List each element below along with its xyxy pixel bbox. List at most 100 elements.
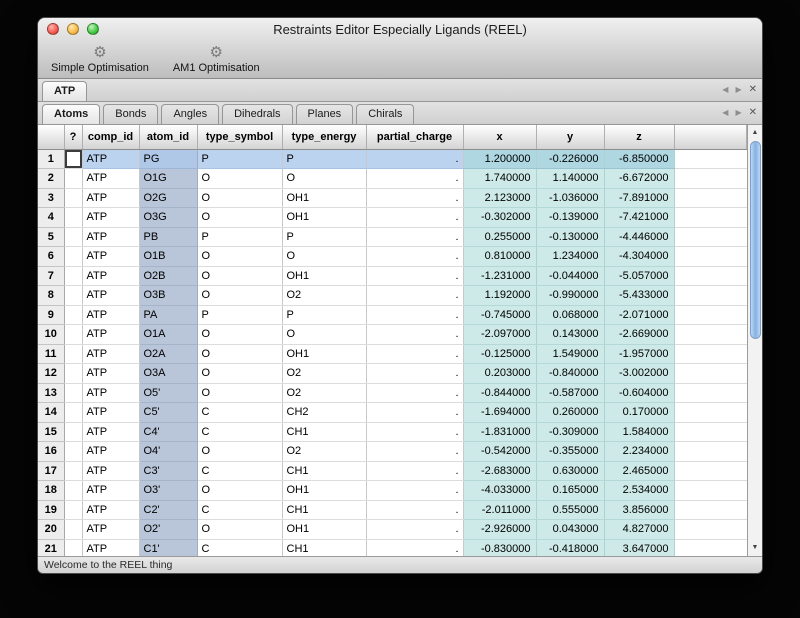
zoom-window-button[interactable]: [87, 23, 99, 35]
column-header-atom_id[interactable]: atom_id: [139, 125, 197, 149]
row-header[interactable]: 6: [38, 247, 64, 267]
cell-y[interactable]: -0.418000: [536, 539, 604, 556]
cell-partial_charge[interactable]: .: [366, 461, 463, 481]
cell-type_symbol[interactable]: P: [197, 149, 282, 169]
cell-type_symbol[interactable]: O: [197, 169, 282, 189]
cell-atom_id[interactable]: C2': [139, 500, 197, 520]
cell-type_symbol[interactable]: O: [197, 266, 282, 286]
cell-atom_id[interactable]: C5': [139, 403, 197, 423]
cell-y[interactable]: -0.355000: [536, 442, 604, 462]
cell-comp_id[interactable]: ATP: [82, 208, 139, 228]
cell-q[interactable]: [64, 227, 82, 247]
cell-comp_id[interactable]: ATP: [82, 266, 139, 286]
cell-x[interactable]: -0.302000: [463, 208, 536, 228]
column-header-z[interactable]: z: [604, 125, 674, 149]
cell-type_symbol[interactable]: C: [197, 403, 282, 423]
cell-q[interactable]: [64, 325, 82, 345]
tab-scroll-right-icon[interactable]: ▶: [735, 108, 741, 117]
cell-x[interactable]: 1.200000: [463, 149, 536, 169]
cell-z[interactable]: -6.672000: [604, 169, 674, 189]
cell-x[interactable]: 0.203000: [463, 364, 536, 384]
cell-type_energy[interactable]: O2: [282, 286, 366, 306]
cell-q[interactable]: [64, 149, 82, 169]
cell-comp_id[interactable]: ATP: [82, 188, 139, 208]
cell-type_energy[interactable]: CH1: [282, 539, 366, 556]
cell-type_symbol[interactable]: C: [197, 539, 282, 556]
tab-scroll-left-icon[interactable]: ◀: [722, 108, 728, 117]
cell-q[interactable]: [64, 344, 82, 364]
cell-y[interactable]: 0.630000: [536, 461, 604, 481]
cell-y[interactable]: -1.036000: [536, 188, 604, 208]
cell-y[interactable]: -0.139000: [536, 208, 604, 228]
cell-partial_charge[interactable]: .: [366, 188, 463, 208]
cell-type_symbol[interactable]: C: [197, 461, 282, 481]
cell-type_energy[interactable]: P: [282, 227, 366, 247]
tab-bonds[interactable]: Bonds: [103, 104, 158, 124]
cell-y[interactable]: -0.130000: [536, 227, 604, 247]
cell-type_symbol[interactable]: O: [197, 442, 282, 462]
cell-y[interactable]: 1.234000: [536, 247, 604, 267]
cell-x[interactable]: 0.810000: [463, 247, 536, 267]
vertical-scrollbar[interactable]: ▲ ▼: [747, 125, 762, 556]
cell-x[interactable]: -0.830000: [463, 539, 536, 556]
cell-comp_id[interactable]: ATP: [82, 364, 139, 384]
cell-q[interactable]: [64, 188, 82, 208]
tab-scroll-right-icon[interactable]: ▶: [735, 85, 741, 94]
cell-z[interactable]: 1.584000: [604, 422, 674, 442]
cell-type_energy[interactable]: O2: [282, 442, 366, 462]
tab-atp[interactable]: ATP: [42, 81, 87, 101]
cell-atom_id[interactable]: O1G: [139, 169, 197, 189]
cell-partial_charge[interactable]: .: [366, 442, 463, 462]
minimize-window-button[interactable]: [67, 23, 79, 35]
row-header[interactable]: 21: [38, 539, 64, 556]
cell-z[interactable]: -2.071000: [604, 305, 674, 325]
cell-q[interactable]: [64, 520, 82, 540]
column-header-q[interactable]: ?: [64, 125, 82, 149]
cell-y[interactable]: 0.143000: [536, 325, 604, 345]
cell-partial_charge[interactable]: .: [366, 383, 463, 403]
cell-partial_charge[interactable]: .: [366, 500, 463, 520]
cell-z[interactable]: 2.234000: [604, 442, 674, 462]
cell-partial_charge[interactable]: .: [366, 286, 463, 306]
row-header[interactable]: 18: [38, 481, 64, 501]
cell-partial_charge[interactable]: .: [366, 344, 463, 364]
cell-y[interactable]: -0.044000: [536, 266, 604, 286]
cell-type_energy[interactable]: P: [282, 149, 366, 169]
cell-atom_id[interactable]: PB: [139, 227, 197, 247]
cell-z[interactable]: -1.957000: [604, 344, 674, 364]
row-header[interactable]: 15: [38, 422, 64, 442]
cell-y[interactable]: 0.555000: [536, 500, 604, 520]
cell-partial_charge[interactable]: .: [366, 266, 463, 286]
cell-y[interactable]: -0.587000: [536, 383, 604, 403]
cell-q[interactable]: [64, 422, 82, 442]
row-header[interactable]: 12: [38, 364, 64, 384]
cell-z[interactable]: -5.057000: [604, 266, 674, 286]
cell-z[interactable]: -0.604000: [604, 383, 674, 403]
row-header[interactable]: 2: [38, 169, 64, 189]
cell-z[interactable]: 4.827000: [604, 520, 674, 540]
cell-type_symbol[interactable]: O: [197, 188, 282, 208]
cell-q[interactable]: [64, 442, 82, 462]
cell-q[interactable]: [64, 481, 82, 501]
cell-z[interactable]: 2.465000: [604, 461, 674, 481]
simple-optimisation-button[interactable]: ⚙Simple Optimisation: [46, 44, 154, 75]
cell-atom_id[interactable]: O2B: [139, 266, 197, 286]
cell-type_energy[interactable]: O2: [282, 383, 366, 403]
cell-atom_id[interactable]: O3B: [139, 286, 197, 306]
cell-atom_id[interactable]: O5': [139, 383, 197, 403]
cell-x[interactable]: -2.011000: [463, 500, 536, 520]
cell-y[interactable]: 0.165000: [536, 481, 604, 501]
tab-close-icon[interactable]: ✕: [749, 84, 757, 95]
cell-comp_id[interactable]: ATP: [82, 461, 139, 481]
cell-comp_id[interactable]: ATP: [82, 481, 139, 501]
cell-y[interactable]: 1.140000: [536, 169, 604, 189]
cell-partial_charge[interactable]: .: [366, 325, 463, 345]
row-header[interactable]: 20: [38, 520, 64, 540]
cell-z[interactable]: -4.446000: [604, 227, 674, 247]
cell-comp_id[interactable]: ATP: [82, 227, 139, 247]
cell-atom_id[interactable]: PA: [139, 305, 197, 325]
cell-type_symbol[interactable]: O: [197, 481, 282, 501]
column-header-type_energy[interactable]: type_energy: [282, 125, 366, 149]
cell-partial_charge[interactable]: .: [366, 364, 463, 384]
cell-type_energy[interactable]: O: [282, 325, 366, 345]
